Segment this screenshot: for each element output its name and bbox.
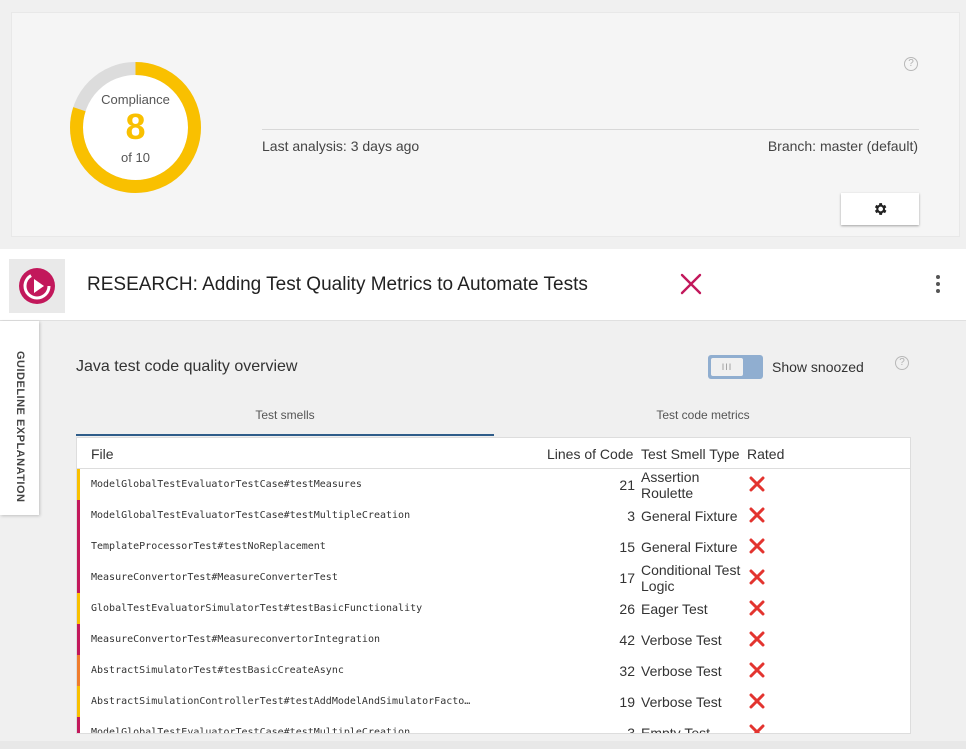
rated-close-icon[interactable]: [749, 631, 765, 647]
research-header: RESEARCH: Adding Test Quality Metrics to…: [0, 249, 966, 321]
smell-type-cell: Eager Test: [641, 600, 708, 617]
file-cell[interactable]: MeasureConvertorTest#MeasureConverterTes…: [91, 572, 338, 583]
research-title: RESEARCH: Adding Test Quality Metrics to…: [87, 274, 588, 295]
rated-close-icon[interactable]: [749, 693, 765, 709]
table-row[interactable]: AbstractSimulatorTest#testBasicCreateAsy…: [77, 655, 910, 686]
rated-close-icon[interactable]: [749, 600, 765, 616]
table-header: File Lines of Code Test Smell Type Rated: [77, 438, 910, 469]
smell-type-cell: Verbose Test: [641, 631, 722, 648]
file-cell[interactable]: AbstractSimulatorTest#testBasicCreateAsy…: [91, 665, 344, 676]
table-row[interactable]: MeasureConvertorTest#MeasureconvertorInt…: [77, 624, 910, 655]
toggle-knob: III: [711, 358, 743, 376]
column-header-smell[interactable]: Test Smell Type: [641, 446, 740, 462]
file-cell[interactable]: MeasureConvertorTest#MeasureconvertorInt…: [91, 634, 380, 645]
smell-type-cell: Assertion Roulette: [641, 468, 700, 501]
table-row[interactable]: AbstractSimulationControllerTest#testAdd…: [77, 686, 910, 717]
divider: [262, 129, 919, 130]
loc-cell: 3: [627, 725, 635, 734]
file-cell[interactable]: ModelGlobalTestEvaluatorTestCase#testMea…: [91, 479, 362, 490]
file-cell[interactable]: TemplateProcessorTest#testNoReplacement: [91, 541, 326, 552]
compliance-of: of 10: [121, 150, 150, 165]
rated-close-icon[interactable]: [749, 538, 765, 554]
rated-close-icon[interactable]: [749, 662, 765, 678]
smell-type-cell: General Fixture: [641, 538, 738, 555]
guideline-explanation-label: GUIDELINE EXPLANATION: [14, 351, 26, 503]
column-header-rated[interactable]: Rated: [747, 446, 784, 462]
severity-indicator: [77, 624, 80, 655]
loc-cell: 32: [619, 663, 635, 679]
table-row[interactable]: GlobalTestEvaluatorSimulatorTest#testBas…: [77, 593, 910, 624]
settings-button[interactable]: [841, 193, 919, 225]
severity-indicator: [77, 686, 80, 717]
file-cell[interactable]: AbstractSimulationControllerTest#testAdd…: [91, 696, 470, 707]
close-icon[interactable]: [679, 272, 703, 296]
table-row[interactable]: MeasureConvertorTest#MeasureConverterTes…: [77, 561, 910, 594]
severity-indicator: [77, 717, 80, 733]
branch-label: Branch: master (default): [767, 138, 918, 154]
show-snoozed-toggle[interactable]: III: [708, 355, 763, 379]
play-logo-icon: [19, 268, 55, 304]
severity-indicator: [77, 469, 80, 500]
test-smells-table: File Lines of Code Test Smell Type Rated…: [76, 437, 911, 734]
help-icon[interactable]: ?: [904, 57, 918, 71]
file-cell[interactable]: ModelGlobalTestEvaluatorTestCase#testMul…: [91, 510, 410, 521]
column-header-file[interactable]: File: [91, 446, 114, 462]
severity-indicator: [77, 593, 80, 624]
table-row[interactable]: ModelGlobalTestEvaluatorTestCase#testMul…: [77, 717, 910, 734]
smell-type-cell: General Fixture: [641, 507, 738, 524]
severity-indicator: [77, 655, 80, 686]
show-snoozed-label: Show snoozed: [772, 359, 864, 375]
table-row[interactable]: ModelGlobalTestEvaluatorTestCase#testMea…: [77, 468, 910, 501]
rated-close-icon[interactable]: [749, 724, 765, 734]
last-analysis: Last analysis: 3 days ago: [262, 138, 420, 154]
loc-cell: 17: [619, 570, 635, 586]
rated-close-icon[interactable]: [749, 507, 765, 523]
loc-cell: 19: [619, 694, 635, 710]
panel-title: Java test code quality overview: [76, 358, 298, 375]
research-logo: [9, 259, 65, 313]
compliance-value: 8: [125, 106, 146, 147]
compliance-score: Compliance 8 of 10: [69, 61, 202, 194]
column-header-loc[interactable]: Lines of Code: [547, 446, 633, 462]
smell-type-cell: Verbose Test: [641, 662, 722, 679]
loc-cell: 26: [619, 601, 635, 617]
smell-type-cell: Conditional Test Logic: [641, 561, 741, 594]
loc-cell: 15: [619, 539, 635, 555]
tab-test-smells[interactable]: Test smells: [76, 396, 494, 436]
compliance-card: Compliance 8 of 10 ? Last analysis: 3 da…: [11, 12, 960, 237]
file-cell[interactable]: ModelGlobalTestEvaluatorTestCase#testMul…: [91, 727, 410, 733]
gear-icon: [874, 203, 887, 215]
severity-indicator: [77, 562, 80, 593]
tab-test-code-metrics[interactable]: Test code metrics: [494, 396, 912, 436]
table-row[interactable]: ModelGlobalTestEvaluatorTestCase#testMul…: [77, 500, 910, 531]
more-menu-icon[interactable]: [930, 273, 946, 297]
loc-cell: 3: [627, 508, 635, 524]
help-icon[interactable]: ?: [895, 356, 909, 370]
smell-type-cell: Verbose Test: [641, 693, 722, 710]
compliance-label: Compliance: [101, 92, 170, 107]
loc-cell: 42: [619, 632, 635, 648]
rated-close-icon[interactable]: [749, 569, 765, 585]
table-row[interactable]: TemplateProcessorTest#testNoReplacement 1…: [77, 531, 910, 562]
severity-indicator: [77, 531, 80, 562]
footer-strip: [0, 741, 966, 749]
loc-cell: 21: [619, 477, 635, 493]
rated-close-icon[interactable]: [749, 476, 765, 492]
file-cell[interactable]: GlobalTestEvaluatorSimulatorTest#testBas…: [91, 603, 422, 614]
severity-indicator: [77, 500, 80, 531]
smell-type-cell: Empty Test: [641, 724, 710, 734]
guideline-explanation-tab[interactable]: GUIDELINE EXPLANATION: [0, 321, 39, 515]
tab-bar: Test smells Test code metrics: [76, 396, 911, 436]
